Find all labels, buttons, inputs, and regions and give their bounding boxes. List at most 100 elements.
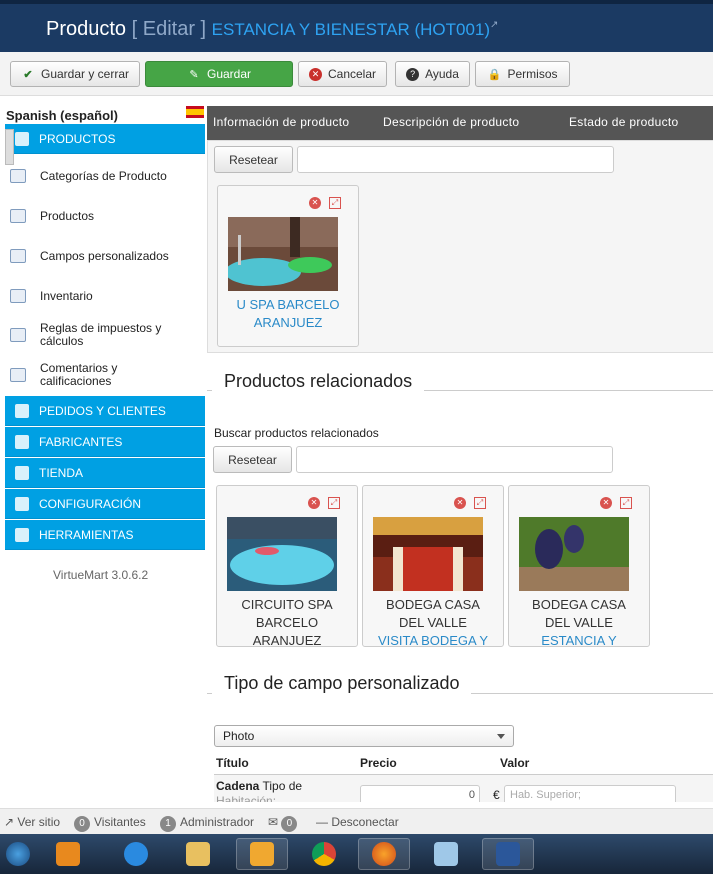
caption-line[interactable]: ARANJUEZ [222,314,354,332]
taskbar-file-explorer[interactable] [172,838,224,870]
price-input[interactable]: 0 [360,785,480,802]
related-search-input[interactable] [296,446,613,473]
sidebar-section-products[interactable]: PRODUCTOS [5,124,205,154]
search-input[interactable] [297,146,614,173]
tab-product-info[interactable]: Información de producto [213,115,349,129]
disconnect-link[interactable]: — Desconectar [316,815,399,829]
taskbar-outlook[interactable] [236,838,288,870]
sidebar-section-label: FABRICANTES [39,434,123,449]
product-caption: U SPA BARCELO ARANJUEZ [222,296,354,332]
store-icon [15,466,29,480]
check-icon: ✔ [23,68,33,81]
sidebar-item-categories[interactable]: Categorías de Producto [10,168,205,184]
cancel-button[interactable]: ✕ Cancelar [298,61,387,87]
internet-explorer-icon [124,842,148,866]
view-site-link[interactable]: ↗ Ver sitio [4,815,60,829]
save-close-button[interactable]: ✔ Guardar y cerrar [10,61,140,87]
sidebar-item-label: Comentarios y calificaciones [40,361,118,388]
related-search-label: Buscar productos relacionados [214,426,379,440]
remove-icon[interactable]: ✕ [309,197,321,209]
sidebar-item-products[interactable]: Productos [10,208,205,224]
tab-product-status[interactable]: Estado de producto [569,115,678,129]
caption-line[interactable]: U SPA BARCELO [222,296,354,314]
caption-line[interactable]: VISITA BODEGA Y [367,632,499,646]
spain-flag-icon[interactable] [186,106,204,118]
product-caption: BODEGA CASA DEL VALLE ESTANCIA Y [513,596,645,646]
tab-product-description[interactable]: Descripción de producto [383,115,519,129]
reset-button[interactable]: Resetear [214,146,293,173]
sidebar-item-tax-rules[interactable]: Reglas de impuestos y cálculos [10,322,205,348]
taskbar [0,834,713,874]
save-label: Guardar [206,67,252,81]
product-card[interactable]: ✕ ⤢ U SPA BARCELO ARANJUEZ [217,185,359,347]
related-product-card[interactable]: ✕ ⤢ BODEGA CASA DEL VALLE ESTANCIA Y [508,485,650,647]
tab-bar: Información de producto Descripción de p… [207,106,713,140]
lock-icon: 🔒 [487,68,502,81]
cancel-icon: ✕ [308,67,322,81]
messages-status[interactable]: ✉ 0 [268,815,301,832]
page-title: Producto [ Editar ] ESTANCIA Y BIENESTAR… [46,18,498,41]
word-icon [496,842,520,866]
save-button[interactable]: ✎ Guardar [145,61,293,87]
sidebar-item-custom-fields[interactable]: Campos personalizados [10,248,205,264]
permissions-label: Permisos [507,67,558,81]
sidebar-section-label: CONFIGURACIÓN [39,496,141,511]
admin-label: Administrador [180,815,255,829]
remove-icon[interactable]: ✕ [454,497,466,509]
disconnect-label: Desconectar [331,815,399,829]
expand-icon[interactable]: ⤢ [620,497,632,509]
comment-icon [10,368,26,382]
column-title: Título [216,756,249,770]
language-label: Spanish (español) [6,108,118,123]
sidebar-section-store[interactable]: TIENDA [5,458,205,488]
sidebar-section-config[interactable]: CONFIGURACIÓN [5,489,205,519]
sidebar-item-reviews[interactable]: Comentarios y calificaciones [10,362,205,388]
visitors-count: 0 [74,816,90,832]
media-player-icon [56,842,80,866]
images-panel: Resetear ✕ ⤢ U SPA BARCELO ARANJUEZ [207,140,713,353]
expand-icon[interactable]: ⤢ [329,197,341,209]
taskbar-chrome[interactable] [298,838,350,870]
visitors-status: 0 Visitantes [74,815,146,832]
expand-icon[interactable]: ⤢ [328,497,340,509]
sidebar-section-manufacturers[interactable]: FABRICANTES [5,427,205,457]
caption-line: BARCELO [255,615,319,630]
help-label: Ayuda [425,67,459,81]
external-link-icon[interactable]: ↗ [490,19,498,30]
sidebar-section-tools[interactable]: HERRAMIENTAS [5,520,205,550]
version-label: VirtueMart 3.0.6.2 [53,568,149,582]
caption-line: DEL VALLE [545,615,613,630]
taskbar-firefox[interactable] [358,838,410,870]
sidebar-item-inventory[interactable]: Inventario [10,288,205,304]
main-content: Información de producto Descripción de p… [207,96,713,802]
related-product-card[interactable]: ✕ ⤢ CIRCUITO SPA BARCELO ARANJUEZ [216,485,358,647]
title-product: ESTANCIA Y BIENESTAR (HOT001) [211,20,491,39]
product-image [373,517,483,591]
title-edit: [ Editar ] [131,18,207,40]
taskbar-internet-explorer[interactable] [110,838,162,870]
taskbar-media-player[interactable] [42,838,94,870]
admin-status: 1 Administrador [160,815,254,832]
sidebar-section-orders[interactable]: PEDIDOS Y CLIENTES [5,396,205,426]
folder-icon [10,169,26,183]
related-product-card[interactable]: ✕ ⤢ BODEGA CASA DEL VALLE VISITA BODEGA … [362,485,504,647]
permissions-button[interactable]: 🔒 Permisos [475,61,570,87]
collapse-handle[interactable] [5,129,14,165]
remove-icon[interactable]: ✕ [600,497,612,509]
remove-icon[interactable]: ✕ [308,497,320,509]
select-value: Photo [223,729,255,743]
custom-field-select[interactable]: Photo [214,725,514,747]
tools-icon [15,528,29,542]
start-button[interactable] [0,838,36,870]
sidebar-item-label: Categorías de Producto [40,168,167,183]
caption-line[interactable]: ESTANCIA Y [513,632,645,646]
edit-icon: ✎ [189,68,199,81]
help-button[interactable]: ? Ayuda [395,61,470,87]
notepad-icon [434,842,458,866]
taskbar-word[interactable] [482,838,534,870]
related-reset-button[interactable]: Resetear [213,446,292,473]
value-input[interactable]: Hab. Superior; [504,785,676,802]
external-link-icon: ↗ [4,815,18,829]
expand-icon[interactable]: ⤢ [474,497,486,509]
taskbar-notepad[interactable] [420,838,472,870]
